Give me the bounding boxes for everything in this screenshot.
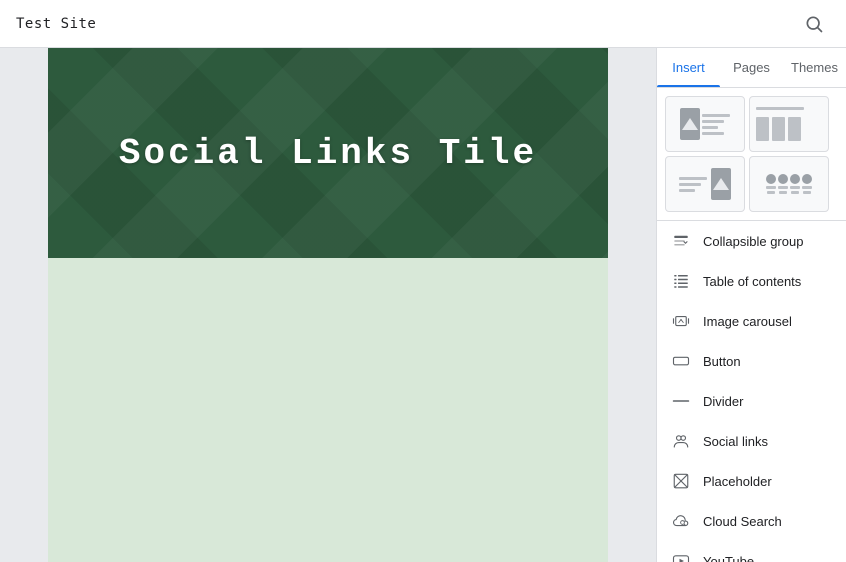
social-links-icon — [671, 431, 691, 451]
button-icon — [671, 351, 691, 371]
layout-row-2 — [665, 156, 838, 212]
toc-icon — [671, 271, 691, 291]
toc-label: Table of contents — [703, 274, 801, 289]
search-icon — [804, 14, 824, 34]
layout-thumb-text-cols[interactable] — [749, 96, 829, 152]
divider-label: Divider — [703, 394, 743, 409]
tab-insert[interactable]: Insert — [657, 48, 720, 87]
layout-thumb-image-text[interactable] — [665, 96, 745, 152]
insert-item-placeholder[interactable]: Placeholder — [657, 461, 846, 501]
page-canvas: Social Links Tile — [48, 48, 608, 562]
youtube-label: YouTube — [703, 554, 754, 562]
insert-item-toc[interactable]: Table of contents — [657, 261, 846, 301]
insert-list: Collapsible group Table of — [657, 221, 846, 562]
collapsible-icon — [671, 231, 691, 251]
social-links-label: Social links — [703, 434, 768, 449]
carousel-label: Image carousel — [703, 314, 792, 329]
tab-pages[interactable]: Pages — [720, 48, 783, 87]
insert-item-button[interactable]: Button — [657, 341, 846, 381]
canvas-area: Social Links Tile — [0, 48, 656, 562]
button-label: Button — [703, 354, 741, 369]
hero-title: Social Links Tile — [119, 133, 537, 174]
sidebar-tabs: Insert Pages Themes — [657, 48, 846, 88]
divider-icon — [671, 391, 691, 411]
insert-item-collapsible-group[interactable]: Collapsible group — [657, 221, 846, 261]
insert-item-youtube[interactable]: YouTube — [657, 541, 846, 562]
layout-thumbnails — [657, 88, 846, 221]
cloud-search-label: Cloud Search — [703, 514, 782, 529]
collapsible-group-label: Collapsible group — [703, 234, 803, 249]
insert-item-carousel[interactable]: Image carousel — [657, 301, 846, 341]
placeholder-label: Placeholder — [703, 474, 772, 489]
placeholder-icon — [671, 471, 691, 491]
insert-item-cloud-search[interactable]: Cloud Search — [657, 501, 846, 541]
carousel-icon — [671, 311, 691, 331]
insert-item-divider[interactable]: Divider — [657, 381, 846, 421]
top-bar: Test Site — [0, 0, 846, 48]
youtube-icon — [671, 551, 691, 562]
main-area: Social Links Tile Insert Pages Themes — [0, 48, 846, 562]
site-title: Test Site — [16, 16, 96, 32]
search-button[interactable] — [798, 8, 830, 40]
tab-themes[interactable]: Themes — [783, 48, 846, 87]
hero-section: Social Links Tile — [48, 48, 608, 258]
insert-item-social-links[interactable]: Social links — [657, 421, 846, 461]
right-sidebar: Insert Pages Themes — [656, 48, 846, 562]
layout-row-1 — [665, 96, 838, 152]
layout-thumb-4col[interactable] — [749, 156, 829, 212]
layout-thumb-text-image[interactable] — [665, 156, 745, 212]
content-section — [48, 258, 608, 562]
cloud-search-icon — [671, 511, 691, 531]
